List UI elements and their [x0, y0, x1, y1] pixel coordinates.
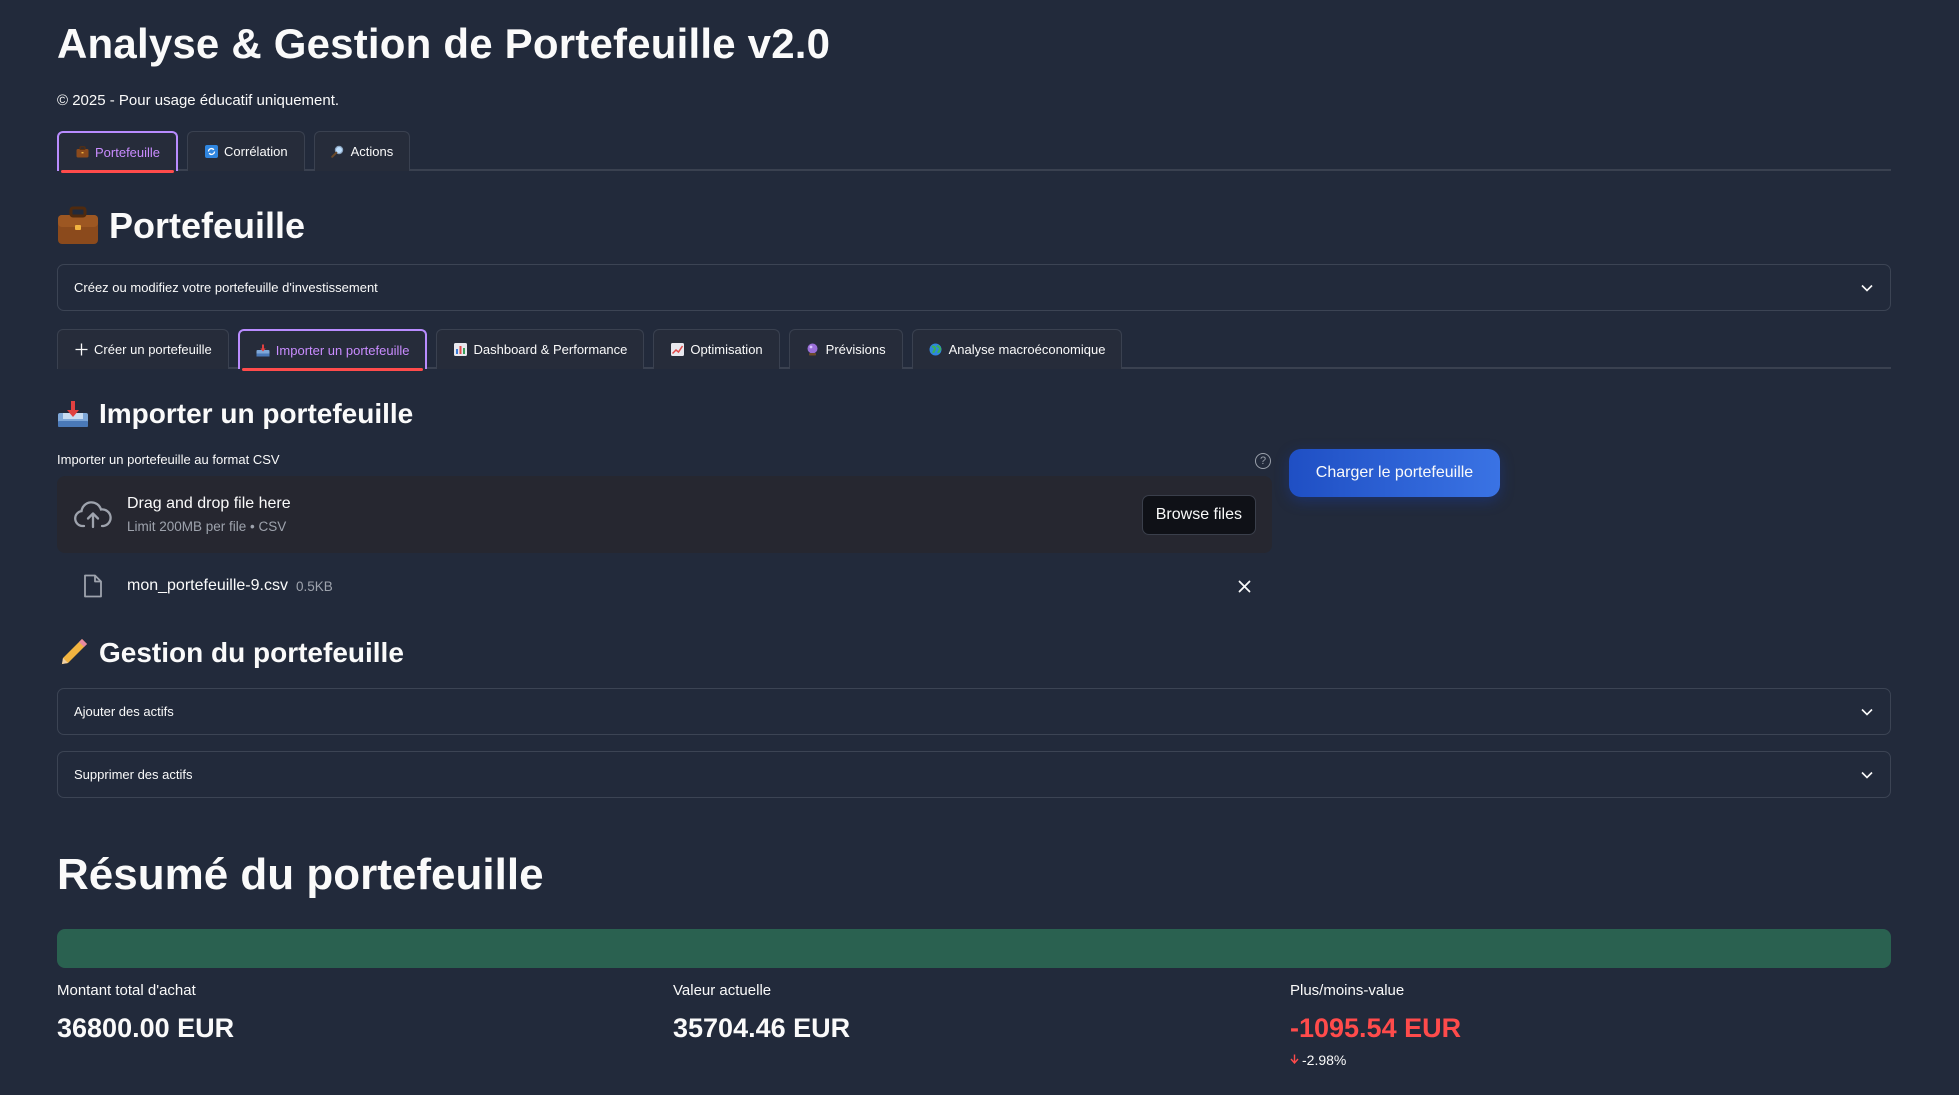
- progress-bar: [57, 929, 1891, 968]
- metric-label: Montant total d'achat: [57, 982, 196, 999]
- metric-current-value: Valeur actuelle 35704.46 EUR: [673, 982, 850, 1044]
- tab-label: Actions: [350, 144, 394, 159]
- help-icon[interactable]: ?: [1255, 453, 1271, 469]
- file-name: mon_portefeuille-9.csv: [127, 577, 288, 594]
- metric-gain-loss: Plus/moins-value -1095.54 EUR -2.98%: [1290, 982, 1461, 1068]
- gestion-header: Gestion du portefeuille: [57, 637, 404, 669]
- section-title: Gestion du portefeuille: [99, 637, 404, 668]
- close-icon[interactable]: [1234, 576, 1254, 596]
- file-size: 0.5KB: [295, 578, 333, 594]
- tab-analyse-macroeconomique[interactable]: Analyse macroéconomique: [911, 329, 1123, 369]
- app-root: Analyse & Gestion de Portefeuille v2.0 ©…: [0, 0, 1959, 1095]
- file-icon: [73, 566, 113, 606]
- dropzone-title: Drag and drop file here: [127, 495, 291, 512]
- metric-label: Plus/moins-value: [1290, 982, 1405, 999]
- portfolio-header: Portefeuille: [57, 205, 305, 247]
- app-title: Analyse & Gestion de Portefeuille v2.0: [57, 20, 831, 67]
- page-title: Portefeuille: [109, 205, 306, 246]
- tab-portefeuille[interactable]: Portefeuille: [57, 131, 179, 173]
- line-chart-icon: [670, 343, 684, 357]
- metric-purchase-total: Montant total d'achat 36800.00 EUR: [57, 982, 234, 1044]
- inbox-tray-icon: [57, 400, 89, 428]
- metric-value: -1095.54 EUR: [1290, 1013, 1462, 1043]
- arrow-down-icon: [1290, 1053, 1299, 1067]
- tab-label: Dashboard & Performance: [473, 342, 628, 357]
- expander-label: Créez ou modifiez votre portefeuille d'i…: [74, 280, 378, 295]
- add-assets-expander[interactable]: Ajouter des actifs: [57, 688, 1891, 735]
- tab-label: Analyse macroéconomique: [948, 342, 1106, 357]
- section-title: Importer un portefeuille: [99, 398, 414, 429]
- metric-value: 35704.46 EUR: [673, 1013, 851, 1043]
- portfolio-subtabs: Créer un portefeuille Importer un portef…: [57, 327, 1891, 371]
- remove-assets-expander[interactable]: Supprimer des actifs: [57, 751, 1891, 798]
- tab-label: Importer un portefeuille: [275, 342, 410, 358]
- chevron-down-icon: [1860, 705, 1874, 719]
- tab-actions[interactable]: Actions: [313, 131, 411, 171]
- refresh-icon: [204, 145, 218, 159]
- expander-label: Ajouter des actifs: [74, 704, 174, 719]
- bar-chart-icon: [453, 343, 467, 357]
- cloud-upload-icon: [73, 495, 113, 535]
- metric-delta: -2.98%: [1290, 1052, 1461, 1068]
- tab-label: Créer un portefeuille: [94, 342, 212, 357]
- tab-optimisation[interactable]: Optimisation: [653, 329, 780, 369]
- tab-label: Prévisions: [825, 342, 886, 357]
- dropzone-texts: Drag and drop file here Limit 200MB per …: [127, 495, 1142, 534]
- expander-label: Supprimer des actifs: [74, 767, 193, 782]
- pencil-icon: [57, 637, 89, 669]
- briefcase-icon: [57, 206, 99, 246]
- tab-creer-portefeuille[interactable]: Créer un portefeuille: [57, 329, 229, 369]
- delta-value: -2.98%: [1302, 1052, 1347, 1068]
- tab-label: Portefeuille: [95, 144, 161, 160]
- portfolio-expander[interactable]: Créez ou modifiez votre portefeuille d'i…: [57, 264, 1891, 311]
- tab-label: Corrélation: [224, 144, 288, 159]
- globe-icon: [929, 343, 943, 357]
- metric-label: Valeur actuelle: [673, 982, 772, 999]
- metric-value: 36800.00 EUR: [57, 1013, 235, 1043]
- tab-previsions[interactable]: Prévisions: [788, 329, 903, 369]
- tab-importer-portefeuille[interactable]: Importer un portefeuille: [237, 329, 428, 371]
- main-tabbar: Portefeuille Corrélation Actions: [57, 129, 1891, 173]
- uploader-label: Importer un portefeuille au format CSV: [57, 452, 280, 467]
- tab-correlation[interactable]: Corrélation: [187, 131, 305, 171]
- dropzone-limit: Limit 200MB per file • CSV: [127, 519, 287, 534]
- crystal-ball-icon: [806, 343, 820, 357]
- uploaded-file-row: mon_portefeuille-9.csv 0.5KB: [57, 566, 1272, 606]
- file-dropzone[interactable]: Drag and drop file here Limit 200MB per …: [57, 476, 1272, 553]
- summary-title: Résumé du portefeuille: [57, 850, 544, 899]
- tab-dashboard-performance[interactable]: Dashboard & Performance: [436, 329, 645, 369]
- load-portfolio-button[interactable]: Charger le portefeuille: [1289, 449, 1500, 497]
- import-header: Importer un portefeuille: [57, 398, 413, 430]
- chevron-down-icon: [1860, 281, 1874, 295]
- progress-fill: [57, 929, 1891, 968]
- chevron-down-icon: [1860, 768, 1874, 782]
- app-caption: © 2025 - Pour usage éducatif uniquement.: [57, 92, 340, 109]
- magnifier-icon: [331, 145, 345, 159]
- plus-icon: [74, 343, 88, 357]
- browse-files-button[interactable]: Browse files: [1141, 494, 1256, 535]
- briefcase-icon: [75, 145, 89, 159]
- tab-label: Optimisation: [690, 342, 763, 357]
- inbox-tray-icon: [256, 343, 270, 357]
